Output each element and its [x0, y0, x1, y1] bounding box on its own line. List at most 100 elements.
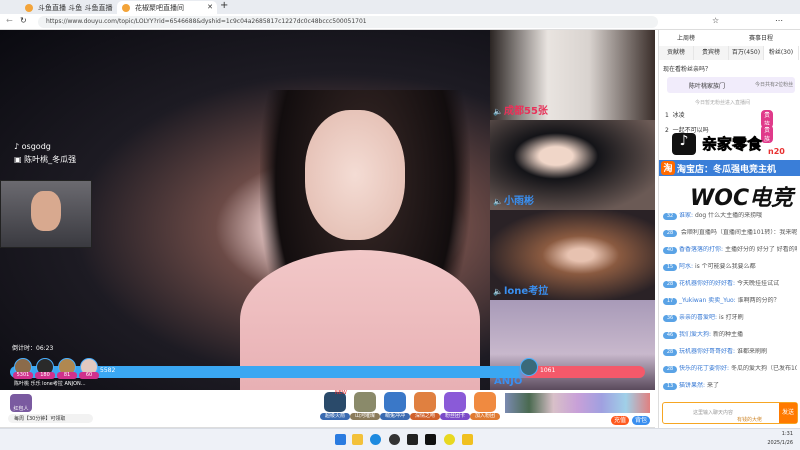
browser-tab-bar: 斗鱼直播 斗鱼 斗鱼直播 ✕ 花椒聚吧直播间 ✕ + [0, 0, 800, 14]
side-panel: 上周榜 赛事日程 贡献榜 贵宾榜 百万(450) 粉丝(30) 现在看粉丝亲吗？… [658, 30, 800, 428]
chat-nickname[interactable]: 玩机器你好哥哥好看: [679, 348, 735, 355]
chat-message: 13 猫饼果然: 来了 [663, 382, 797, 390]
mute-icon[interactable]: 🔈 [493, 107, 503, 116]
chat-message: 28 玩机器你好哥哥好看: 谁都来刷刷 [663, 348, 797, 356]
chat-nickname[interactable]: 亲亲的喜爱吧: [679, 314, 717, 321]
chat-text: 新的种主播 [712, 331, 743, 338]
chat-message: 46 我们爱大狗: 新的种主播 [663, 331, 797, 339]
chat-nickname[interactable]: 我们爱大狗: [679, 331, 711, 338]
gift-name: 深情之吻 [410, 413, 440, 420]
close-icon[interactable]: ✕ [207, 3, 213, 11]
chat-text: 来了 [706, 382, 719, 389]
app-icon[interactable] [444, 434, 455, 445]
chat-message: 36 亲亲的喜爱吧: is 打牙刷 [663, 314, 797, 322]
clock-time[interactable]: 1:31 [745, 431, 793, 437]
chat-nickname[interactable]: 阿水: [679, 263, 693, 270]
gift-name: 粉丝团卡 [440, 413, 470, 420]
taobao-ad: 淘 淘宝店：冬瓜强电竞主机 [659, 160, 800, 176]
tab-active[interactable]: 花椒聚吧直播间 ✕ [117, 1, 217, 14]
mute-icon[interactable]: 🔈 [493, 197, 503, 206]
star-icon[interactable]: ☆ [712, 16, 719, 25]
gift-item[interactable] [474, 392, 496, 412]
gift-item[interactable] [384, 392, 406, 412]
back-icon[interactable]: ← [6, 16, 13, 25]
app-icon[interactable] [389, 434, 400, 445]
level-badge: 36 [663, 315, 677, 322]
chat-message: 17 _Yukiwan 卖卖_Yuo: 谁啊两的分的？ [663, 297, 797, 305]
chat-input[interactable]: 这里输入聊天内容 [693, 409, 733, 416]
guard-title: 现在看粉丝亲吗？ [663, 66, 712, 73]
tab-vip[interactable]: 贵宾榜 [694, 46, 729, 60]
chat-nickname[interactable]: _Yukiwan 卖卖_Yuo: [679, 297, 736, 304]
tiktok-ad: ♪ 亲家零食 n20 [672, 133, 798, 159]
taobao-icon: 淘 [661, 161, 675, 175]
send-button[interactable]: 发送 [779, 403, 797, 423]
gift-name: 山河璀璨 [350, 413, 380, 420]
pk-tile-2[interactable]: 🔈 小雨彬 [490, 120, 655, 210]
chat-nickname[interactable]: 香香落落的打你: [679, 246, 723, 253]
mute-icon[interactable]: 🔈 [493, 287, 503, 296]
recharge-button[interactable]: 充值 [611, 416, 629, 425]
chat-nickname[interactable]: 花机器你好的好好看: [679, 280, 735, 287]
camera-pip [0, 180, 92, 248]
chat-text: 今天晚挂挂试试 [736, 280, 779, 287]
tab-contribution[interactable]: 贡献榜 [659, 46, 694, 60]
contributor-score: 60 [79, 372, 99, 379]
tab-label: 花椒聚吧直播间 [135, 4, 184, 12]
level-badge: 15 [663, 264, 677, 271]
last-week-rank-link[interactable]: 上周榜 [677, 33, 695, 42]
pk-timer: 倒计时：06:23 [12, 345, 54, 352]
chat-nickname[interactable]: 猫饼果然: [679, 382, 705, 389]
chat-text: is 打牙刷 [718, 314, 744, 321]
level-badge: 32 [663, 213, 677, 220]
chat-nickname[interactable]: 快乐的花丁要你好: [679, 365, 729, 372]
chat-input-box[interactable]: 这里输入聊天内容 有钱的大佬 发送 [662, 402, 798, 424]
file-explorer-icon[interactable] [352, 434, 363, 445]
app-icon[interactable] [407, 434, 418, 445]
pk-tile-1[interactable]: 🔈 成都55张 [490, 30, 655, 120]
refresh-icon[interactable]: ↻ [20, 16, 27, 25]
chat-text: 冬瓜的爱大狗（已发布101转）：我也要来 [730, 365, 797, 372]
level-badge: 28 [663, 349, 677, 356]
start-icon[interactable] [335, 434, 346, 445]
fans-club-card[interactable]: 陈叶桃家族门 今日共有2位粉丝 [667, 77, 795, 93]
gift-item[interactable] [414, 392, 436, 412]
backpack-button[interactable]: 背包 [632, 416, 650, 425]
tab-fans[interactable]: 粉丝(30) [764, 46, 799, 60]
douyu-icon [122, 4, 130, 12]
level-badge: 17 [663, 298, 677, 305]
menu-icon[interactable]: ⋯ [775, 16, 783, 25]
gift-ticker[interactable]: 每周【30分钟】可领取 [8, 414, 93, 423]
red-packet-button[interactable]: 红包人 [10, 394, 32, 412]
url-input[interactable]: https://www.douyu.com/topic/LOLYY?rid=65… [38, 16, 658, 28]
clock-date[interactable]: 2025/1/26 [745, 440, 793, 446]
chat-text: 谁啊两的分的？ [737, 297, 780, 304]
chat-nickname[interactable]: 谁家: [679, 212, 693, 219]
level-badge: 28 [663, 230, 677, 237]
address-bar-row: ← ↻ https://www.douyu.com/topic/LOLYY?ri… [0, 14, 800, 30]
input-badge: 有钱的大佬 [737, 417, 763, 423]
gift-skin-row[interactable] [505, 393, 650, 413]
woc-logo: WOC电竞 [690, 186, 794, 211]
chat-message: 28 花机器你好的好好看: 今天晚挂挂试试 [663, 280, 797, 288]
app-icon[interactable] [425, 434, 436, 445]
gift-item[interactable] [354, 392, 376, 412]
new-tab-button[interactable]: + [220, 0, 228, 11]
tab-million[interactable]: 百万(450) [729, 46, 764, 60]
empty-hint: 今日暂无粉丝进入直播间 [695, 100, 751, 106]
rank-row[interactable]: 1 冰凌贵族 [665, 110, 774, 128]
pk-tile-3[interactable]: 🔈 lone考拉 [490, 210, 655, 300]
tiktok-logo-icon: ♪ [672, 133, 696, 155]
level-badge: 46 [663, 332, 677, 339]
level-badge: 13 [663, 383, 677, 390]
opponent-avatar[interactable] [520, 358, 538, 376]
douyu-app-icon[interactable] [462, 434, 473, 445]
pk-left-score: 5582 [100, 367, 116, 374]
tiktok-ad-badge: n20 [768, 147, 785, 156]
schedule-link[interactable]: 赛事日程 [749, 33, 773, 42]
edge-icon[interactable] [370, 434, 381, 445]
gift-name: 加入粉团 [470, 413, 500, 420]
gift-item[interactable] [444, 392, 466, 412]
contributor-names: 陈叶桃 乐乐 lone考拉 ANJON... [14, 381, 86, 387]
taskbar: 1:31 2025/1/26 [0, 428, 800, 450]
